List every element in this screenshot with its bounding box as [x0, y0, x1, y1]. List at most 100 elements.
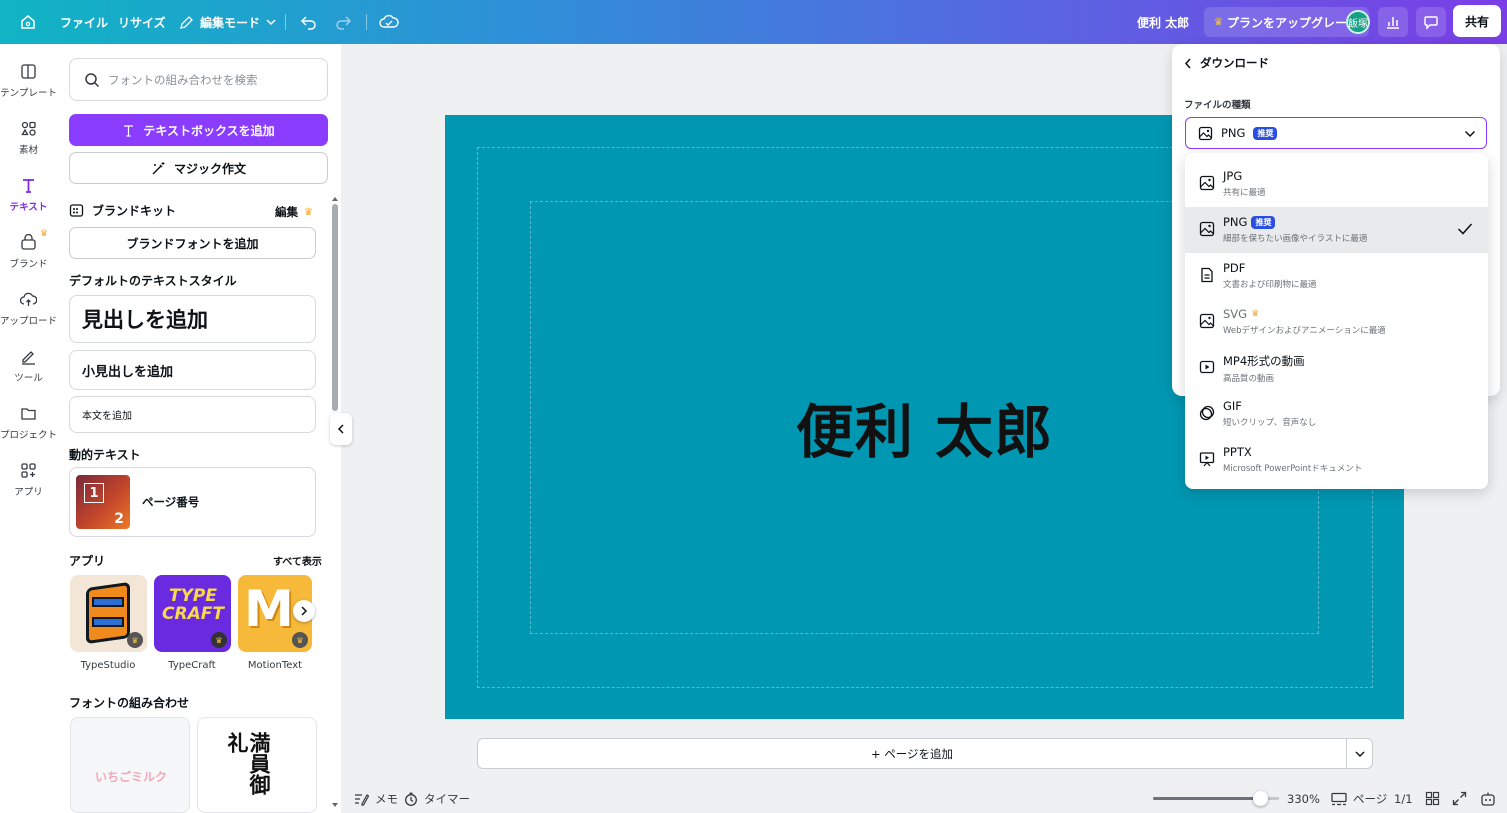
- robot-icon: [1481, 792, 1495, 806]
- comment-icon: [1424, 16, 1438, 30]
- rail-item-elements[interactable]: 素材: [0, 113, 57, 163]
- app-typestudio[interactable]: ♛: [70, 575, 147, 652]
- expand-icon: [1452, 791, 1467, 806]
- file-type-option-mp4[interactable]: MP4形式の動画 高品質の動画: [1185, 345, 1488, 391]
- check-icon: [1457, 223, 1473, 235]
- add-brand-font-button[interactable]: ブランドフォントを追加: [69, 227, 316, 259]
- text-panel: フォントの組み合わせを検索 テキストボックスを追加 マジック作文 ブランドキット…: [57, 44, 341, 813]
- undo-icon: [300, 16, 316, 30]
- brand-kit-icon: [69, 204, 84, 217]
- typecraft-logo: TYPE CRAFT: [162, 586, 224, 624]
- file-type-option-pptx[interactable]: PPTX Microsoft PowerPointドキュメント: [1185, 437, 1488, 483]
- collapse-panel-button[interactable]: [330, 413, 352, 445]
- upload-icon: [20, 292, 37, 306]
- bottom-bar: メモ タイマー 330% ページ 1/1: [341, 784, 1507, 813]
- timer-button[interactable]: タイマー: [404, 784, 470, 813]
- add-textbox-button[interactable]: テキストボックスを追加: [69, 114, 328, 146]
- chevron-down-icon: [266, 19, 276, 26]
- page-number-thumbnail: 1 2: [76, 475, 130, 529]
- video-icon: [1199, 360, 1215, 374]
- notes-button[interactable]: メモ: [354, 784, 398, 813]
- add-page-button[interactable]: + ページを追加: [477, 738, 1347, 769]
- magic-wand-icon: [152, 161, 165, 174]
- see-all-link[interactable]: すべて表示: [273, 553, 322, 568]
- chevron-right-icon: [301, 606, 308, 616]
- cloud-check-icon: [379, 14, 399, 28]
- chevron-left-icon: [1184, 58, 1191, 68]
- crown-badge: ♛: [211, 632, 227, 648]
- scroll-thumb[interactable]: [332, 204, 338, 411]
- insights-button[interactable]: [1378, 7, 1408, 37]
- divider: [285, 14, 286, 30]
- page-number-card[interactable]: 1 2 ページ番号: [69, 467, 316, 537]
- brand-edit-link[interactable]: 編集 ♛: [275, 204, 313, 220]
- panel-scrollbar[interactable]: [331, 196, 339, 813]
- add-subheading-button[interactable]: 小見出しを追加: [69, 350, 316, 390]
- file-menu[interactable]: ファイル: [60, 0, 108, 44]
- rail-item-apps[interactable]: アプリ: [0, 455, 57, 505]
- timer-icon: [405, 792, 417, 806]
- share-button[interactable]: 共有: [1453, 5, 1501, 37]
- document-icon: [1201, 267, 1213, 283]
- assistant-button[interactable]: [1480, 784, 1496, 813]
- rail-item-brand[interactable]: ♛ ブランド: [0, 227, 57, 277]
- typestudio-logo: [86, 581, 130, 645]
- redo-button[interactable]: [334, 0, 352, 44]
- rail-item-text[interactable]: テキスト: [0, 170, 57, 220]
- file-type-option-svg[interactable]: SVG ♛ Webデザインおよびアニメーションに最適: [1185, 299, 1488, 345]
- add-body-button[interactable]: 本文を追加: [69, 396, 316, 433]
- pages-button[interactable]: ページ: [1331, 784, 1387, 813]
- rail-item-uploads[interactable]: アップロード: [0, 284, 57, 334]
- app-typecraft[interactable]: TYPE CRAFT ♛: [154, 575, 231, 652]
- file-type-option-gif[interactable]: GIF 短いクリップ、音声なし: [1185, 391, 1488, 437]
- rail-item-draw[interactable]: ツール: [0, 341, 57, 391]
- rail-item-templates[interactable]: テンプレート: [0, 56, 57, 106]
- zoom-slider[interactable]: [1153, 784, 1279, 813]
- magic-write-button[interactable]: マジック作文: [69, 152, 328, 184]
- brand-kit-heading: ブランドキット: [69, 202, 176, 219]
- image-icon: [1198, 126, 1213, 140]
- crown-icon: ♛: [40, 229, 49, 239]
- fullscreen-button[interactable]: [1452, 784, 1467, 813]
- zoom-slider-thumb[interactable]: [1253, 791, 1268, 806]
- crown-badge: ♛: [292, 632, 308, 648]
- resize-menu[interactable]: リサイズ: [118, 0, 166, 44]
- download-back-button[interactable]: ダウンロード: [1184, 55, 1269, 71]
- add-heading-button[interactable]: 見出しを追加: [69, 295, 316, 343]
- pages-icon: [1331, 792, 1347, 805]
- save-status-button[interactable]: [379, 0, 399, 44]
- grid-icon: [1425, 791, 1440, 806]
- upgrade-button[interactable]: ♛ プランをアップグレード: [1204, 7, 1369, 37]
- template-icon: [21, 64, 36, 79]
- crown-icon: ♛: [1214, 16, 1223, 28]
- apps-icon: [21, 463, 36, 478]
- file-type-select[interactable]: PNG 推奨: [1185, 117, 1487, 149]
- rail-item-projects[interactable]: プロジェクト: [0, 398, 57, 448]
- home-button[interactable]: [19, 0, 37, 44]
- avatar[interactable]: 飯塚: [1346, 10, 1370, 34]
- bar-chart-icon: [1387, 17, 1399, 29]
- combo-text: いちごミルク: [94, 770, 167, 784]
- download-title: ダウンロード: [1200, 56, 1269, 70]
- image-icon: [1199, 175, 1215, 191]
- undo-button[interactable]: [300, 0, 318, 44]
- notes-icon: [355, 793, 369, 806]
- comment-button[interactable]: [1416, 7, 1446, 37]
- folder-icon: [21, 408, 36, 420]
- add-page-dropdown[interactable]: [1346, 738, 1373, 769]
- zoom-level[interactable]: 330%: [1287, 784, 1320, 813]
- font-combo-card[interactable]: いちごミルク: [70, 717, 190, 813]
- file-type-option-png[interactable]: PNG 推奨 細部を保ちたい画像やイラストに最適: [1185, 207, 1488, 253]
- edit-mode-menu[interactable]: 編集モード: [179, 0, 276, 44]
- page-number-two: 2: [114, 511, 124, 527]
- search-input[interactable]: フォントの組み合わせを検索: [69, 58, 328, 101]
- search-icon: [85, 72, 100, 87]
- scroll-up-icon: [332, 197, 338, 201]
- apps-next-button[interactable]: [293, 600, 315, 622]
- grid-view-button[interactable]: [1425, 784, 1440, 813]
- file-type-option-pdf[interactable]: PDF 文書および印刷物に最適: [1185, 253, 1488, 299]
- project-name[interactable]: 便利 太郎: [1137, 0, 1189, 44]
- font-combo-card[interactable]: 満員御礼: [197, 717, 317, 813]
- file-type-option-jpg[interactable]: JPG 共有に最適: [1185, 161, 1488, 207]
- draw-icon: [22, 351, 35, 365]
